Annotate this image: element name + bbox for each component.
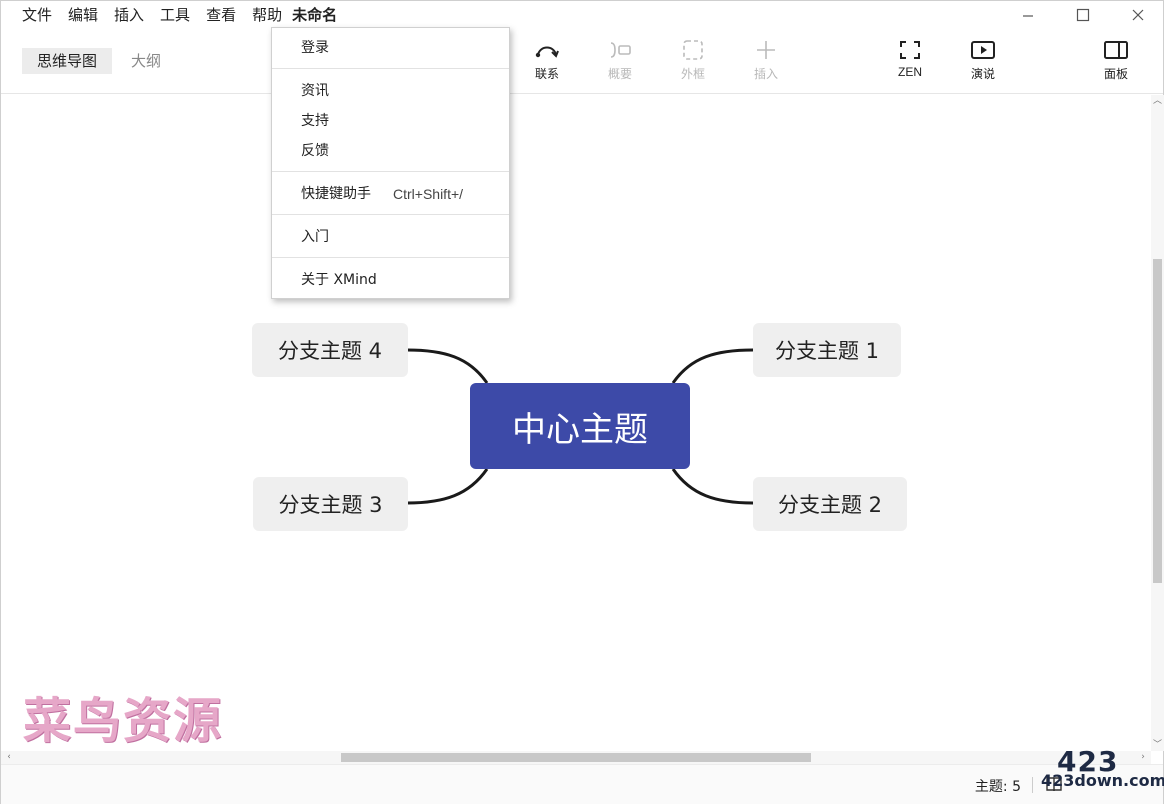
branch-topic-4[interactable]: 分支主题 4 [252, 323, 408, 377]
panel-label: 面板 [1103, 67, 1128, 81]
help-dropdown-menu: 登录 资讯 支持 反馈 快捷键助手 Ctrl+Shift+/ 入门 关于 XMi… [271, 27, 510, 299]
menu-divider [272, 257, 509, 258]
horizontal-scroll-thumb[interactable] [341, 753, 811, 762]
menu-item-support[interactable]: 支持 [272, 108, 509, 134]
close-icon [1132, 9, 1144, 21]
summary-icon [610, 42, 631, 58]
menu-file[interactable]: 文件 [1, 1, 60, 29]
relationship-label: 联系 [534, 67, 559, 81]
plus-icon [757, 41, 775, 59]
panel-button[interactable]: 面板 [1086, 39, 1146, 82]
boundary-button[interactable]: 外框 [663, 39, 723, 82]
watermark-logo-url: 423down.com [1041, 771, 1164, 790]
tab-mindmap[interactable]: 思维导图 [22, 48, 113, 74]
menu-item-shortcuts[interactable]: 快捷键助手 Ctrl+Shift+/ [272, 181, 509, 207]
status-divider [1032, 777, 1033, 793]
shortcut-keys: Ctrl+Shift+/ [393, 186, 464, 202]
menu-view[interactable]: 查看 [198, 1, 244, 29]
maximize-button[interactable] [1056, 1, 1110, 29]
connector-branch-2 [671, 468, 754, 505]
document-title: 未命名 [292, 6, 338, 24]
site-watermark: 423 423down.com [1041, 745, 1164, 801]
zen-button[interactable]: ZEN [880, 39, 940, 79]
minimize-button[interactable] [1001, 1, 1055, 29]
scroll-up-icon[interactable]: ︿ [1151, 95, 1164, 107]
central-topic[interactable]: 中心主题 [470, 383, 690, 469]
menu-item-about[interactable]: 关于 XMind [272, 267, 509, 293]
pitch-button[interactable]: 演说 [953, 39, 1013, 82]
watermark-text: 菜鸟资源 [23, 693, 224, 749]
connector-branch-4 [406, 348, 489, 384]
menu-divider [272, 214, 509, 215]
horizontal-scrollbar[interactable]: ‹ › [1, 751, 1151, 764]
relationship-button[interactable]: 联系 [517, 39, 577, 82]
mindmap-canvas[interactable]: 中心主题 分支主题 1 分支主题 2 分支主题 3 分支主题 4 [1, 95, 1149, 751]
summary-label: 概要 [607, 67, 632, 81]
connector-branch-1 [671, 348, 754, 384]
vertical-scroll-thumb[interactable] [1153, 259, 1162, 583]
boundary-icon [683, 40, 703, 60]
toolbar: 思维导图 大纲 联系 概要 外框 插入 ZEN 演说 面板 [1, 29, 1163, 94]
zen-label: ZEN [898, 65, 922, 79]
menu-bar: 文件 编辑 插入 工具 查看 帮助 未命名 [1, 1, 1163, 29]
close-button[interactable] [1111, 1, 1164, 29]
scroll-left-icon[interactable]: ‹ [3, 751, 15, 764]
tab-outline[interactable]: 大纲 [116, 48, 176, 74]
topic-count: 主题: 5 [974, 779, 1021, 795]
pitch-label: 演说 [970, 67, 995, 81]
app-window: 文件 编辑 插入 工具 查看 帮助 未命名 思维导图 大纲 联系 概要 外框 插… [0, 0, 1164, 804]
menu-insert[interactable]: 插入 [106, 1, 152, 29]
summary-button[interactable]: 概要 [590, 39, 650, 82]
branch-topic-1[interactable]: 分支主题 1 [753, 323, 901, 377]
insert-button[interactable]: 插入 [736, 39, 796, 82]
relationship-icon [535, 46, 559, 58]
status-bar: 主题: 5 [1, 764, 1163, 804]
fullscreen-icon [900, 41, 920, 59]
play-icon [971, 41, 995, 59]
shortcuts-label: 快捷键助手 [301, 186, 371, 202]
menu-divider [272, 68, 509, 69]
menu-item-getting-started[interactable]: 入门 [272, 224, 509, 250]
menu-tools[interactable]: 工具 [152, 1, 198, 29]
vertical-scrollbar[interactable]: ︿ ﹀ [1151, 95, 1164, 751]
menu-help[interactable]: 帮助 [244, 1, 291, 29]
branch-topic-3[interactable]: 分支主题 3 [253, 477, 408, 531]
branch-topic-2[interactable]: 分支主题 2 [753, 477, 907, 531]
minimize-icon [1023, 15, 1033, 17]
menu-item-feedback[interactable]: 反馈 [272, 138, 509, 164]
menu-edit[interactable]: 编辑 [60, 1, 106, 29]
boundary-label: 外框 [680, 67, 705, 81]
menu-item-news[interactable]: 资讯 [272, 78, 509, 104]
maximize-icon [1076, 8, 1090, 22]
insert-label: 插入 [753, 67, 778, 81]
panel-icon [1104, 41, 1128, 59]
menu-item-login[interactable]: 登录 [272, 35, 509, 61]
connector-branch-3 [406, 468, 489, 505]
menu-divider [272, 171, 509, 172]
